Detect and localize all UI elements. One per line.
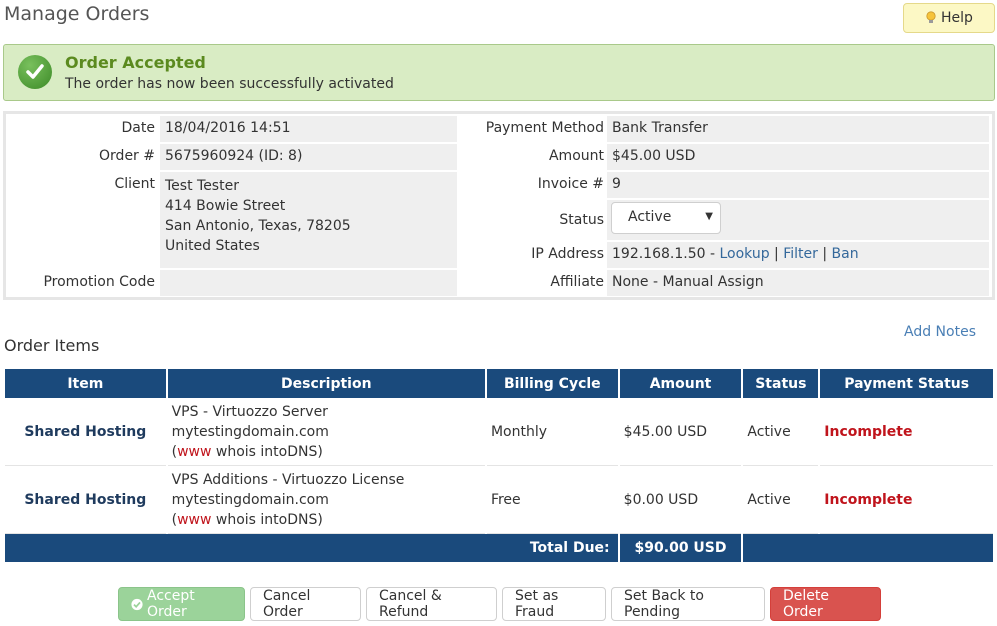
checkmark-icon [18, 55, 52, 89]
client-country: United States [165, 238, 260, 254]
pipe-separator: | [769, 246, 784, 262]
lightbulb-icon [926, 11, 936, 23]
affiliate-value: None - Manual Assign [607, 270, 989, 296]
item-status: Active [743, 466, 819, 534]
item-description: VPS - Virtuozzo Server mytestingdomain.c… [167, 398, 485, 466]
dropdown-arrow-icon: ▼ [705, 211, 713, 222]
intodns-link[interactable]: intoDNS [260, 512, 317, 528]
client-street: 414 Bowie Street [165, 198, 286, 214]
status-cell: Active ▼ [607, 200, 989, 240]
table-row: Shared Hosting VPS Additions - Virtuozzo… [5, 466, 993, 534]
payment-method-label: Payment Method [485, 120, 604, 136]
amount-value: $45.00 USD [607, 144, 989, 170]
payment-status: Incomplete [820, 398, 993, 466]
promotion-code-label: Promotion Code [43, 274, 155, 290]
domain-name: mytestingdomain.com [171, 491, 329, 508]
item-amount: $45.00 USD [619, 398, 742, 466]
alert-title: Order Accepted [65, 53, 206, 72]
order-items-table: Item Description Billing Cycle Amount St… [3, 369, 995, 562]
order-details-panel: Date 18/04/2016 14:51 Payment Method Ban… [3, 111, 995, 300]
add-notes-link[interactable]: Add Notes [904, 324, 976, 340]
whois-link[interactable]: whois [216, 444, 256, 460]
alert-message: The order has now been successfully acti… [65, 76, 394, 92]
ip-value: 192.168.1.50 - Lookup | Filter | Ban [607, 242, 989, 268]
item-amount: $0.00 USD [619, 466, 742, 534]
header-status: Status [743, 369, 819, 398]
total-due-label: Total Due: [5, 534, 618, 562]
header-item: Item [5, 369, 166, 398]
payment-method-value: Bank Transfer [607, 116, 989, 142]
header-billing-cycle: Billing Cycle [486, 369, 618, 398]
client-address: Test Tester 414 Bowie Street San Antonio… [160, 172, 457, 268]
paren-close: ) [317, 511, 323, 528]
header-amount: Amount [619, 369, 742, 398]
success-alert: Order Accepted The order has now been su… [3, 44, 995, 101]
check-circle-icon [131, 598, 143, 610]
www-link[interactable]: www [177, 512, 211, 528]
date-value: 18/04/2016 14:51 [160, 116, 457, 142]
ip-separator: - [705, 246, 720, 262]
item-name: Shared Hosting [5, 466, 166, 534]
description-title: VPS - Virtuozzo Server [171, 403, 328, 420]
help-label: Help [941, 10, 973, 26]
total-row: Total Due: $90.00 USD [5, 534, 993, 562]
total-due-value: $90.00 USD [619, 534, 742, 562]
paren-close: ) [317, 443, 323, 460]
ip-ban-link[interactable]: Ban [832, 246, 859, 262]
client-label: Client [114, 176, 155, 192]
help-button[interactable]: Help [903, 3, 995, 33]
ip-filter-link[interactable]: Filter [783, 246, 818, 262]
accept-order-button[interactable]: Accept Order [118, 587, 245, 621]
cancel-refund-button[interactable]: Cancel & Refund [366, 587, 497, 621]
page-title: Manage Orders [4, 3, 150, 25]
order-actions: Accept Order Cancel Order Cancel & Refun… [118, 587, 881, 623]
table-header-row: Item Description Billing Cycle Amount St… [5, 369, 993, 398]
cancel-order-button[interactable]: Cancel Order [250, 587, 361, 621]
total-empty-cell [743, 534, 993, 562]
item-status: Active [743, 398, 819, 466]
invoice-value[interactable]: 9 [607, 172, 989, 198]
client-city: San Antonio, Texas, 78205 [165, 218, 351, 234]
status-select[interactable]: Active ▼ [611, 202, 721, 234]
domain-links: (www whois intoDNS) [172, 510, 481, 530]
promotion-code-value [160, 270, 457, 296]
www-link[interactable]: www [177, 444, 211, 460]
status-label: Status [559, 212, 604, 228]
item-description: VPS Additions - Virtuozzo License mytest… [167, 466, 485, 534]
payment-status: Incomplete [820, 466, 993, 534]
manual-assign-link[interactable]: Manual Assign [662, 274, 763, 290]
billing-cycle: Free [486, 466, 618, 534]
set-fraud-button[interactable]: Set as Fraud [502, 587, 606, 621]
affiliate-label: Affiliate [550, 274, 604, 290]
billing-cycle: Monthly [486, 398, 618, 466]
client-name[interactable]: Test Tester [165, 176, 452, 196]
intodns-link[interactable]: intoDNS [260, 444, 317, 460]
ip-label: IP Address [531, 246, 604, 262]
order-items-title: Order Items [4, 336, 100, 355]
table-row: Shared Hosting VPS - Virtuozzo Server my… [5, 398, 993, 466]
status-select-value: Active [628, 209, 672, 225]
description-title: VPS Additions - Virtuozzo License [171, 471, 405, 488]
date-label: Date [121, 120, 155, 136]
affiliate-separator: - [648, 274, 663, 290]
whois-link[interactable]: whois [216, 512, 256, 528]
domain-links: (www whois intoDNS) [172, 442, 481, 462]
ip-lookup-link[interactable]: Lookup [719, 246, 769, 262]
amount-label: Amount [548, 148, 604, 164]
order-number-value: 5675960924 (ID: 8) [160, 144, 457, 170]
ip-address: 192.168.1.50 [612, 246, 706, 262]
invoice-label: Invoice # [537, 176, 604, 192]
header-description: Description [167, 369, 485, 398]
delete-order-button[interactable]: Delete Order [770, 587, 881, 621]
header-payment-status: Payment Status [820, 369, 993, 398]
accept-order-label: Accept Order [147, 588, 195, 620]
pipe-separator: | [817, 246, 832, 262]
order-number-label: Order # [99, 148, 155, 164]
domain-name: mytestingdomain.com [171, 423, 329, 440]
item-name: Shared Hosting [5, 398, 166, 466]
set-pending-button[interactable]: Set Back to Pending [611, 587, 765, 621]
affiliate-name: None [612, 274, 649, 290]
